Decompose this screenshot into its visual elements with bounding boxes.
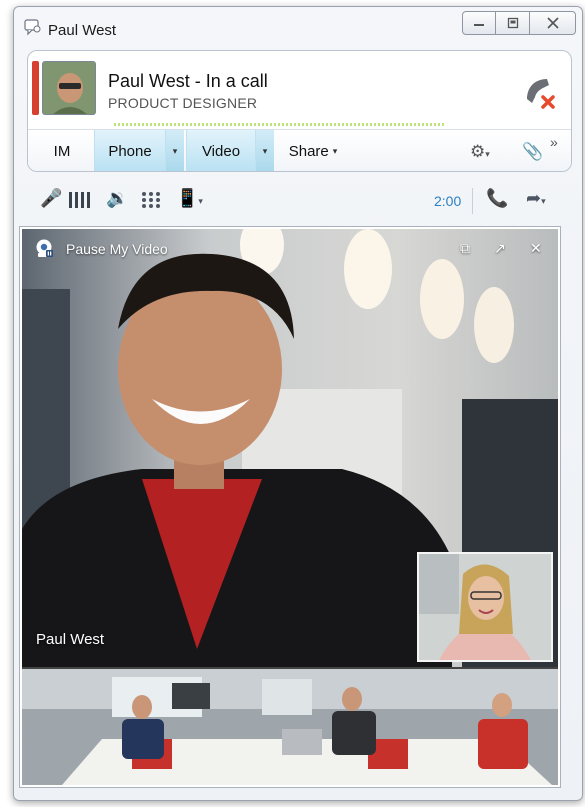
title-bar[interactable]: Paul West bbox=[14, 7, 582, 47]
expand-icon[interactable]: ↗ bbox=[494, 240, 506, 257]
hang-up-icon[interactable] bbox=[519, 73, 559, 113]
window-controls bbox=[462, 11, 576, 35]
modality-tab-bar: IM Phone ▾ Video ▾ Share ▾ ⚙▾ 📎 » bbox=[28, 129, 571, 171]
tab-video-label: Video bbox=[201, 143, 241, 160]
phone-dropdown-button[interactable]: ▾ bbox=[166, 130, 184, 171]
window-title: Paul West bbox=[48, 22, 117, 39]
hold-call-icon[interactable]: 📞 bbox=[486, 188, 508, 209]
tab-video[interactable]: Video bbox=[186, 130, 256, 171]
tab-share[interactable]: Share ▾ bbox=[278, 130, 348, 171]
close-icon bbox=[546, 17, 559, 29]
presence-status-bar bbox=[32, 61, 39, 115]
close-icon[interactable]: ✕ bbox=[530, 240, 542, 257]
tab-phone-label: Phone bbox=[108, 143, 152, 160]
contact-name-status: Paul West - In a call bbox=[108, 71, 268, 91]
divider bbox=[472, 188, 473, 214]
attachment-icon[interactable]: 📎 bbox=[522, 142, 543, 162]
mute-icon[interactable]: 🎤 bbox=[40, 188, 62, 209]
dialpad-icon[interactable] bbox=[140, 190, 162, 210]
video-header: Pause My Video ⧉ ↗ ✕ bbox=[22, 229, 558, 265]
more-icon[interactable]: » bbox=[550, 134, 558, 150]
contact-photo bbox=[43, 62, 95, 114]
call-duration: 2:00 bbox=[434, 193, 462, 209]
self-view-feed bbox=[419, 554, 551, 660]
hold-icon[interactable] bbox=[68, 190, 94, 210]
chevron-down-icon: ▾ bbox=[172, 146, 178, 156]
tab-im[interactable]: IM bbox=[38, 130, 86, 171]
call-controls: 🎤 🔉 📱▾ 2:00 📞 ➦▾ bbox=[0, 180, 585, 222]
room-video-feed bbox=[22, 669, 558, 785]
chevron-down-icon: ▾ bbox=[262, 146, 268, 156]
avatar[interactable] bbox=[42, 61, 96, 115]
contact-job-title: PRODUCT DESIGNER bbox=[108, 95, 258, 111]
audio-level-meter bbox=[114, 123, 444, 126]
transfer-icon[interactable]: ➦▾ bbox=[526, 188, 546, 209]
pause-my-video-button[interactable]: Pause My Video bbox=[66, 241, 168, 257]
speaker-name: Paul West bbox=[36, 631, 105, 648]
close-button[interactable] bbox=[530, 11, 576, 35]
devices-icon[interactable]: 📱▾ bbox=[176, 188, 203, 209]
tab-share-label: Share bbox=[288, 143, 329, 160]
restore-icon bbox=[507, 17, 518, 29]
participants-icon[interactable]: ⚙▾ bbox=[470, 142, 490, 162]
tab-phone[interactable]: Phone bbox=[94, 130, 166, 171]
contact-card: Paul West - In a call PRODUCT DESIGNER I… bbox=[27, 50, 572, 172]
video-area: Pause My Video ⧉ ↗ ✕ Paul West bbox=[20, 227, 560, 787]
camera-icon[interactable] bbox=[34, 238, 54, 258]
restore-button[interactable] bbox=[496, 11, 530, 35]
panoramic-room-video bbox=[22, 669, 558, 785]
video-dropdown-button[interactable]: ▾ bbox=[256, 130, 274, 171]
minimize-icon bbox=[474, 24, 484, 26]
self-view-video[interactable] bbox=[417, 552, 553, 662]
pop-out-icon[interactable]: ⧉ bbox=[460, 240, 470, 257]
volume-icon[interactable]: 🔉 bbox=[106, 188, 128, 209]
conversation-app-icon bbox=[24, 19, 41, 36]
tab-im-label: IM bbox=[53, 143, 71, 160]
minimize-button[interactable] bbox=[462, 11, 496, 35]
chevron-down-icon: ▾ bbox=[332, 146, 338, 156]
